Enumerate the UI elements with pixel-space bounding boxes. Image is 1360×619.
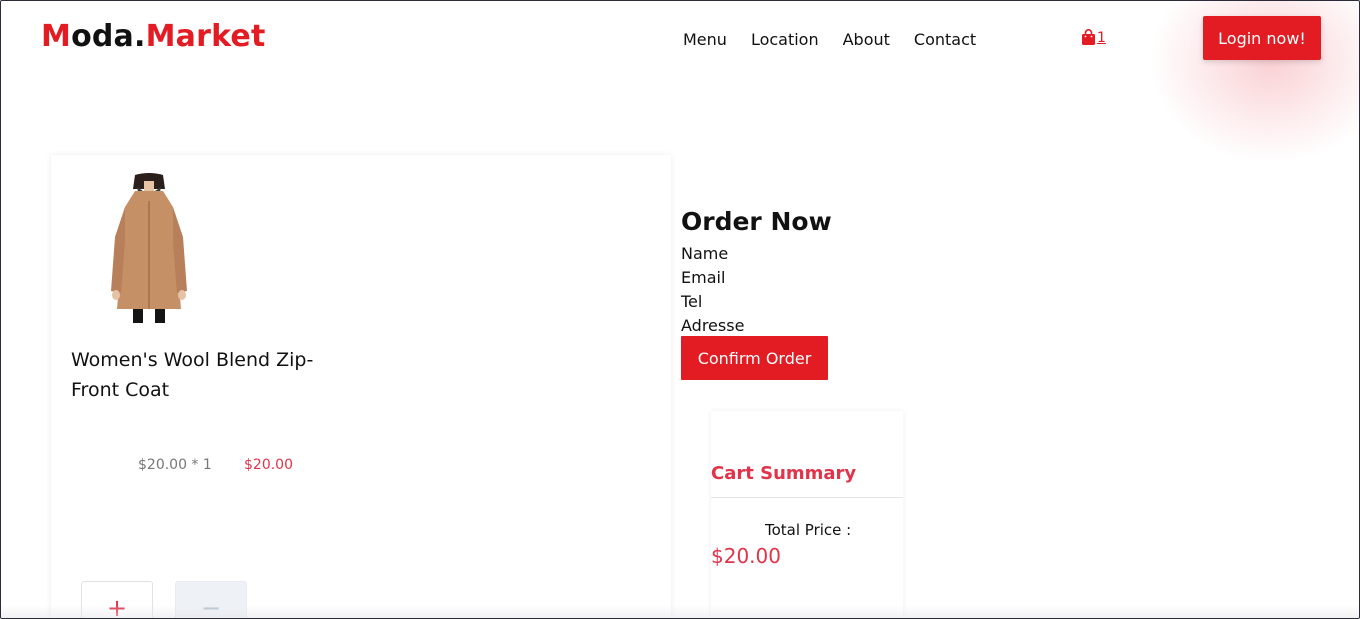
- login-button[interactable]: Login now!: [1203, 16, 1321, 60]
- order-form: Order Now Name Email Tel Adresse: [681, 206, 832, 338]
- nav-contact[interactable]: Contact: [914, 30, 976, 49]
- page-frame: Moda.Market Menu Location About Contact …: [0, 0, 1360, 619]
- product-card: Women's Wool Blend Zip-Front Coat $20.00…: [51, 155, 671, 618]
- cart-summary-title: Cart Summary: [711, 463, 857, 484]
- field-label-name: Name: [681, 244, 729, 263]
- order-heading: Order Now: [681, 207, 832, 236]
- logo-letter-m: M: [41, 19, 72, 54]
- product-image[interactable]: [99, 173, 199, 325]
- total-price-label: Total Price :: [765, 521, 852, 539]
- field-label-address: Adresse: [681, 316, 745, 335]
- cart-summary: Cart Summary Total Price : $20.00: [711, 411, 903, 618]
- main-nav: Menu Location About Contact: [683, 28, 1000, 50]
- nav-about[interactable]: About: [843, 30, 890, 49]
- line-total: $20.00: [244, 457, 293, 473]
- cart-count: 1: [1097, 29, 1106, 46]
- nav-menu[interactable]: Menu: [683, 30, 727, 49]
- nav-location[interactable]: Location: [751, 30, 819, 49]
- logo-market: Market: [145, 19, 266, 54]
- field-label-email: Email: [681, 268, 726, 287]
- confirm-order-button[interactable]: Confirm Order: [681, 336, 828, 380]
- cart-link[interactable]: 1: [1081, 29, 1106, 46]
- field-label-tel: Tel: [681, 292, 703, 311]
- brand-logo[interactable]: Moda.Market: [41, 19, 266, 54]
- logo-oda: oda.: [71, 19, 146, 54]
- summary-divider: [711, 497, 903, 498]
- bottom-fade: [1, 605, 1359, 618]
- product-title: Women's Wool Blend Zip-Front Coat: [71, 349, 314, 401]
- total-price-value: $20.00: [711, 544, 781, 568]
- shopping-bag-icon: [1082, 29, 1095, 45]
- unit-price: $20.00 * 1: [138, 457, 212, 473]
